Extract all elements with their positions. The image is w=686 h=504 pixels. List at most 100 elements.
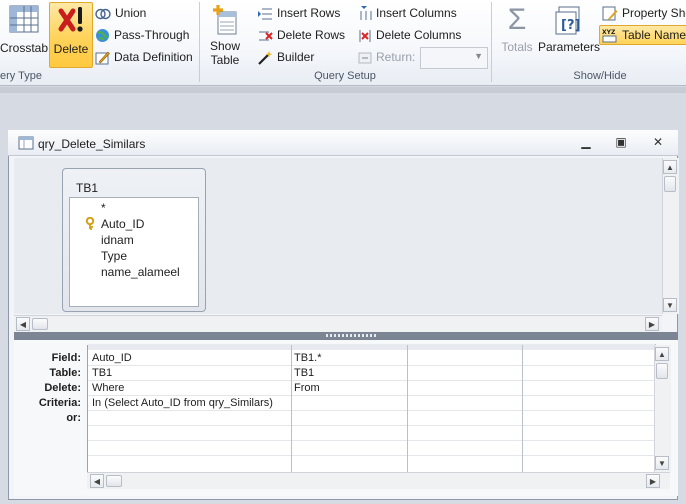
design-grid-row-headers: Field: Table: Delete: Criteria: or: [14, 345, 87, 472]
grid-cell-table[interactable]: TB1 [294, 366, 314, 381]
grid-vertical-scrollbar[interactable]: ▲ ▼ [654, 345, 671, 472]
union-button[interactable]: Union [95, 4, 146, 22]
return-label: Return: [376, 50, 416, 64]
splitter-grip-icon [326, 334, 376, 337]
delete-rows-icon [259, 31, 273, 41]
query-icon [18, 136, 34, 150]
scroll-left-icon[interactable]: ◀ [16, 317, 30, 331]
grid-cell-table[interactable]: TB1 [92, 366, 112, 381]
delete-button[interactable]: Delete [49, 2, 93, 68]
property-sheet-button[interactable]: Property She [602, 4, 686, 22]
table-pane-vertical-scrollbar[interactable]: ▲ ▼ [662, 158, 679, 314]
scroll-right-icon[interactable]: ▶ [646, 474, 660, 488]
scroll-up-icon[interactable]: ▲ [655, 347, 669, 361]
show-table-label-2: Table [210, 53, 240, 67]
delete-rows-label: Delete Rows [277, 28, 346, 42]
field-list-item[interactable]: * [101, 200, 106, 216]
grid-cell-field[interactable]: TB1.* [294, 351, 322, 366]
grid-horizontal-scrollbar[interactable]: ◀ ▶ [87, 472, 670, 489]
insert-columns-button[interactable]: Insert Columns [358, 4, 457, 22]
totals-label: Totals [501, 40, 533, 54]
dropdown-arrow-icon: ▼ [474, 51, 483, 61]
crosstab-button[interactable]: Crosstab [0, 3, 48, 65]
table-field-list: * Auto_ID idnam Type name_alameel [69, 197, 199, 307]
show-table-button[interactable]: Show Table [203, 3, 247, 67]
scroll-thumb[interactable] [32, 318, 48, 330]
totals-button[interactable]: Σ Totals [497, 3, 537, 67]
table-pane-horizontal-scrollbar[interactable]: ◀ ▶ [14, 315, 662, 332]
scroll-thumb[interactable] [656, 363, 668, 379]
delete-rows-button[interactable]: Delete Rows [257, 26, 345, 44]
query-window-title: qry_Delete_Similars [38, 137, 146, 151]
svg-text:[?]: [?] [561, 18, 580, 33]
field-list-item[interactable]: Type [101, 248, 127, 264]
parameters-icon: [?] [555, 6, 580, 35]
scroll-thumb[interactable] [106, 475, 122, 487]
field-list-item[interactable]: Auto_ID [101, 216, 144, 232]
ribbon-shadow-band [0, 87, 686, 93]
row-label-or: or: [66, 412, 81, 424]
table-box-title: TB1 [76, 181, 99, 195]
minimize-button[interactable]: ▁ [576, 134, 596, 150]
restore-button[interactable]: ▣ [611, 134, 631, 150]
pass-through-button[interactable]: Pass-Through [95, 26, 189, 44]
insert-columns-icon [360, 6, 372, 21]
query-window-titlebar[interactable]: qry_Delete_Similars ▁ ▣ ✕ [8, 130, 678, 156]
pencil-table-icon [95, 51, 110, 65]
builder-label: Builder [277, 50, 315, 64]
scroll-thumb[interactable] [664, 176, 676, 192]
table-names-icon: XYZ [602, 29, 617, 43]
primary-key-icon [85, 217, 95, 230]
wand-icon [258, 51, 273, 66]
builder-button[interactable]: Builder [257, 48, 314, 66]
delete-label: Delete [53, 42, 89, 56]
row-label-table: Table: [49, 367, 81, 379]
delete-columns-button[interactable]: Delete Columns [358, 26, 461, 44]
row-label-criteria: Criteria: [38, 397, 81, 409]
table-names-button[interactable]: XYZ Table Names [599, 25, 686, 45]
grid-column: Auto_ID TB1 Where In (Select Auto_ID fro… [88, 345, 292, 472]
return-combobox[interactable]: ▼ [420, 47, 488, 69]
ribbon: Crosstab Delete Union Pass-Through Data … [0, 0, 686, 86]
delete-columns-icon [359, 30, 371, 43]
insert-rows-button[interactable]: Insert Rows [257, 4, 340, 22]
data-definition-label: Data Definition [114, 50, 193, 64]
parameters-button[interactable]: [?] Parameters [538, 3, 600, 67]
scroll-down-icon[interactable]: ▼ [663, 298, 677, 312]
grid-cell-delete[interactable]: From [294, 381, 320, 396]
grid-cell-delete[interactable]: Where [92, 381, 124, 396]
return-icon [358, 52, 372, 64]
grid-cell-field[interactable]: Auto_ID [92, 351, 132, 366]
crosstab-label: Crosstab [0, 41, 49, 55]
delete-columns-label: Delete Columns [376, 28, 462, 42]
row-label-field: Field: [51, 352, 81, 364]
grid-column [407, 345, 523, 472]
show-table-label-1: Show [209, 39, 241, 53]
union-label: Union [115, 6, 147, 20]
union-icon [95, 8, 111, 20]
svg-text:XYZ: XYZ [602, 29, 616, 36]
row-label-delete: Delete: [44, 382, 81, 394]
insert-columns-label: Insert Columns [376, 6, 457, 20]
scroll-up-icon[interactable]: ▲ [663, 160, 677, 174]
grid-cell-criteria[interactable]: In (Select Auto_ID from qry_Similars) [92, 396, 273, 411]
close-icon: ✕ [652, 135, 664, 149]
query-type-group-label: ery Type [0, 70, 42, 82]
insert-rows-icon [258, 8, 272, 20]
table-names-label: Table Names [622, 28, 686, 42]
pane-splitter[interactable] [14, 332, 678, 340]
grid-column [522, 345, 655, 472]
field-list-item[interactable]: name_alameel [101, 264, 180, 280]
design-grid: Auto_ID TB1 Where In (Select Auto_ID fro… [87, 344, 656, 472]
return-label-group: Return: [358, 48, 415, 66]
minimize-icon: ▁ [581, 135, 591, 149]
insert-rows-label: Insert Rows [277, 6, 341, 20]
scroll-left-icon[interactable]: ◀ [90, 474, 104, 488]
field-list-item[interactable]: idnam [101, 232, 134, 248]
globe-icon [96, 29, 109, 43]
data-definition-button[interactable]: Data Definition [95, 48, 193, 66]
scroll-down-icon[interactable]: ▼ [655, 456, 669, 470]
restore-icon: ▣ [615, 135, 627, 149]
scroll-right-icon[interactable]: ▶ [645, 317, 659, 331]
close-button[interactable]: ✕ [648, 134, 668, 150]
